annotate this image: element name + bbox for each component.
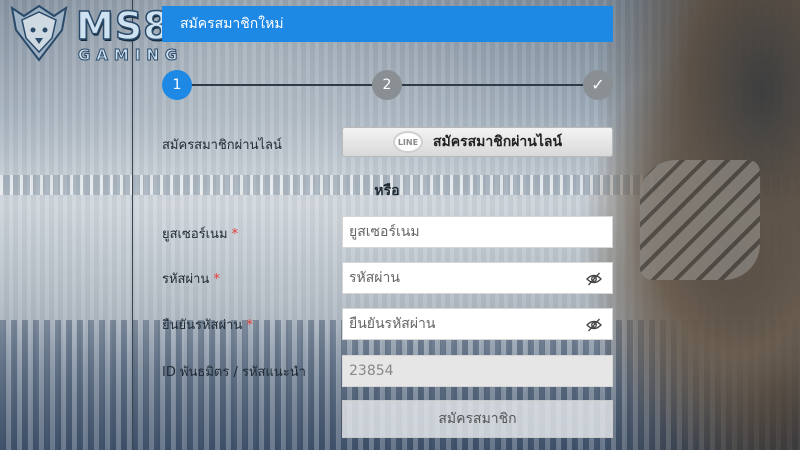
logo-subtext: GAMING: [77, 46, 184, 65]
logo-text: MS8: [75, 3, 171, 49]
line-signup-label: สมัครสมาชิกผ่านไลน์: [162, 138, 282, 153]
password-label: รหัสผ่าน *: [162, 268, 220, 289]
eye-slash-icon[interactable]: [586, 271, 602, 287]
referral-label: ID พันธมิตร / รหัสแนะนำ: [162, 365, 306, 380]
line-signup-button[interactable]: LINE สมัครสมาชิกผ่านไลน์: [342, 127, 613, 157]
referral-input: [349, 363, 569, 379]
signup-submit-button[interactable]: สมัครสมาชิก: [342, 400, 613, 438]
required-marker: *: [246, 318, 253, 333]
referral-field: [342, 355, 613, 387]
line-app-icon: LINE: [392, 131, 423, 153]
confirm-password-label-text: ยืนยันรหัสผ่าน: [162, 318, 243, 333]
line-signup-button-label: สมัครสมาชิกผ่านไลน์: [432, 134, 563, 150]
step-complete: ✓: [583, 70, 613, 100]
required-marker: *: [231, 227, 239, 242]
eye-slash-icon[interactable]: [586, 317, 602, 333]
confirm-password-field[interactable]: [342, 308, 613, 340]
username-label: ยูสเซอร์เนม *: [162, 223, 238, 244]
lion-crest-icon: [10, 4, 68, 62]
username-field[interactable]: [342, 216, 613, 248]
step-1: 1: [162, 70, 192, 100]
step-2: 2: [372, 70, 402, 100]
or-separator: หรือ: [374, 183, 400, 199]
confirm-password-label: ยืนยันรหัสผ่าน *: [162, 314, 253, 335]
step-indicator: 1 2 ✓: [162, 70, 613, 100]
password-label-text: รหัสผ่าน: [162, 272, 210, 287]
password-field[interactable]: [342, 262, 613, 294]
username-input[interactable]: [349, 224, 569, 240]
page-title: สมัครสมาชิกใหม่: [162, 6, 613, 42]
confirm-password-input[interactable]: [349, 316, 569, 332]
username-label-text: ยูสเซอร์เนม: [162, 227, 228, 242]
password-input[interactable]: [349, 270, 569, 286]
required-marker: *: [213, 272, 220, 287]
warrior-armor: [640, 160, 760, 280]
